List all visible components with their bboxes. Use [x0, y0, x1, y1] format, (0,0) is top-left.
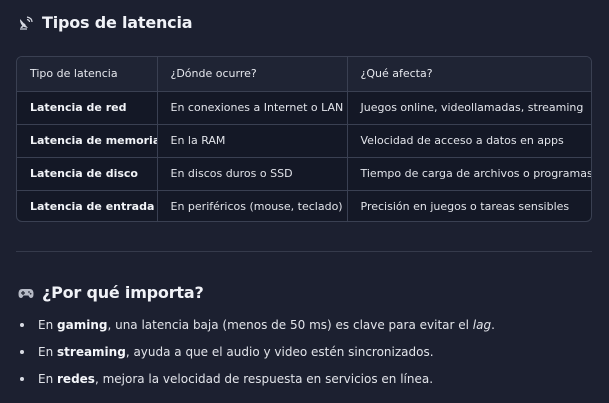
table-cell: Latencia de red [17, 91, 158, 125]
column-header: Tipo de latencia [17, 57, 158, 92]
text: En [38, 345, 58, 359]
section-divider [16, 251, 592, 252]
column-header: ¿Qué afecta? [347, 57, 591, 92]
section-title: Tipos de latencia [42, 13, 193, 32]
table-cell: Latencia de entrada [17, 190, 158, 221]
table-cell: Latencia de disco [17, 157, 158, 191]
table-cell: En la RAM [157, 124, 348, 158]
bold-text: redes [57, 372, 95, 386]
bullet-dot [20, 350, 24, 354]
bold-text: streaming [57, 345, 126, 359]
table-cell: Juegos online, videollamadas, streaming [347, 91, 591, 125]
table-row: Latencia de entrada En periféricos (mous… [17, 190, 591, 221]
table-cell: Latencia de memoria [17, 124, 158, 158]
game-controller-icon [18, 285, 34, 301]
section-heading-latency-types: Tipos de latencia [18, 13, 193, 32]
bold-text: gaming [57, 318, 108, 332]
table-cell: Tiempo de carga de archivos o programas [347, 157, 591, 191]
text: , mejora la velocidad de respuesta en se… [94, 372, 434, 386]
bullet-dot [20, 377, 24, 381]
bullet-list: En gaming, una latencia baja (menos de 5… [18, 317, 495, 398]
text: . [491, 318, 495, 332]
table-cell: Velocidad de acceso a datos en apps [347, 124, 591, 158]
table-row: Latencia de disco En discos duros o SSD … [17, 157, 591, 191]
text: , una latencia baja (menos de 50 ms) es … [107, 318, 473, 332]
list-item: En redes, mejora la velocidad de respues… [18, 371, 495, 398]
text: En [38, 318, 58, 332]
list-item: En gaming, una latencia baja (menos de 5… [18, 317, 495, 344]
latency-table: Tipo de latencia ¿Dónde ocurre? ¿Qué afe… [16, 56, 592, 222]
table-cell: En discos duros o SSD [157, 157, 348, 191]
list-item: En streaming, ayuda a que el audio y vid… [18, 344, 495, 371]
text: En [38, 372, 58, 386]
table-row: Latencia de memoria En la RAM Velocidad … [17, 124, 591, 158]
table-row: Latencia de red En conexiones a Internet… [17, 91, 591, 125]
column-header: ¿Dónde ocurre? [157, 57, 348, 92]
table-cell: Precisión en juegos o tareas sensibles [360, 200, 570, 214]
italic-text: lag [472, 318, 492, 332]
section-heading-why-it-matters: ¿Por qué importa? [18, 283, 204, 302]
table-cell: En periféricos (mouse, teclado) [157, 190, 348, 221]
table-cell: En conexiones a Internet o LAN [157, 91, 348, 125]
table-header-row: Tipo de latencia ¿Dónde ocurre? ¿Qué afe… [17, 57, 591, 92]
bullet-dot [20, 323, 24, 327]
text: , ayuda a que el audio y video estén sin… [125, 345, 434, 359]
satellite-dish-icon [18, 15, 34, 31]
section-title: ¿Por qué importa? [42, 283, 204, 302]
